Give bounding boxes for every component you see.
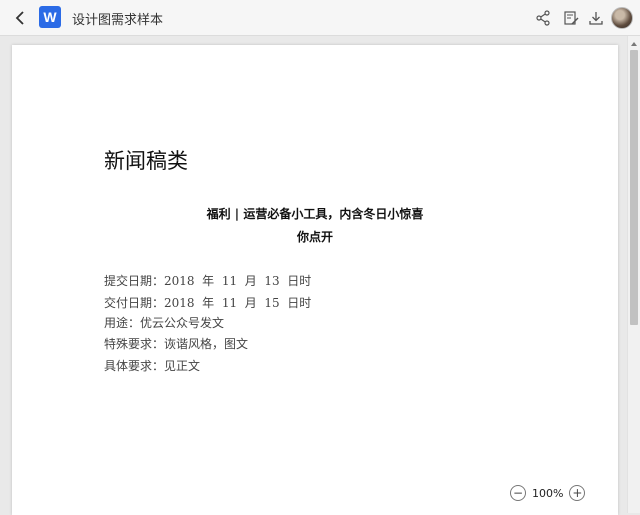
zoom-in-button[interactable]: + <box>569 485 586 501</box>
field-value: 优云公众号发文 <box>140 316 225 330</box>
share-button[interactable] <box>533 8 553 28</box>
download-icon <box>589 12 603 25</box>
word-document-icon: W <box>39 6 61 28</box>
field-specific-requirements: 具体要求：见正文 <box>104 357 200 374</box>
field-delivery-date: 交付日期：2018 年 11 月 15 日时 <box>104 294 311 311</box>
document-heading: 新闻稿类 <box>104 149 188 173</box>
field-value: 诙谐风格，图文 <box>164 337 249 351</box>
document-page: 新闻稿类 福利 | 运营必备小工具，内含冬日小惊喜 你点开 提交日期：2018 … <box>12 45 618 515</box>
field-label: 提交日期： <box>104 274 165 288</box>
field-label: 交付日期： <box>104 296 165 310</box>
document-subtitle-line2: 你点开 <box>296 230 333 244</box>
field-value: 2018 年 11 月 13 日时 <box>164 274 312 288</box>
user-avatar[interactable] <box>611 7 633 29</box>
field-label: 具体要求： <box>104 359 165 373</box>
edit-icon <box>564 11 579 25</box>
download-button[interactable] <box>586 8 606 28</box>
document-subtitle-line1: 福利 | 运营必备小工具，内含冬日小惊喜 <box>206 207 424 221</box>
top-bar: W 设计图需求样本 <box>0 0 640 36</box>
back-button[interactable] <box>10 8 30 28</box>
share-icon <box>536 10 550 26</box>
minus-icon: − <box>512 486 524 500</box>
field-label: 用途： <box>104 316 141 330</box>
scrollbar-thumb[interactable] <box>630 50 638 325</box>
zoom-out-button[interactable]: − <box>510 485 526 501</box>
doc-icon-letter: W <box>43 9 57 25</box>
field-value: 见正文 <box>164 359 201 373</box>
scroll-up-arrow-icon[interactable] <box>631 42 637 46</box>
edit-button[interactable] <box>561 8 581 28</box>
plus-icon: + <box>572 486 583 500</box>
chevron-left-icon <box>15 11 24 25</box>
field-value: 2018 年 11 月 15 日时 <box>164 296 312 310</box>
field-submit-date: 提交日期：2018 年 11 月 13 日时 <box>104 272 311 289</box>
zoom-control: − 100% + <box>510 482 586 504</box>
field-label: 特殊要求： <box>104 337 165 351</box>
field-special-requirements: 特殊要求：诙谐风格，图文 <box>104 335 248 352</box>
vertical-scrollbar[interactable] <box>627 36 640 513</box>
field-purpose: 用途：优云公众号发文 <box>104 314 224 331</box>
document-title: 设计图需求样本 <box>72 13 164 28</box>
zoom-level: 100% <box>532 486 564 500</box>
